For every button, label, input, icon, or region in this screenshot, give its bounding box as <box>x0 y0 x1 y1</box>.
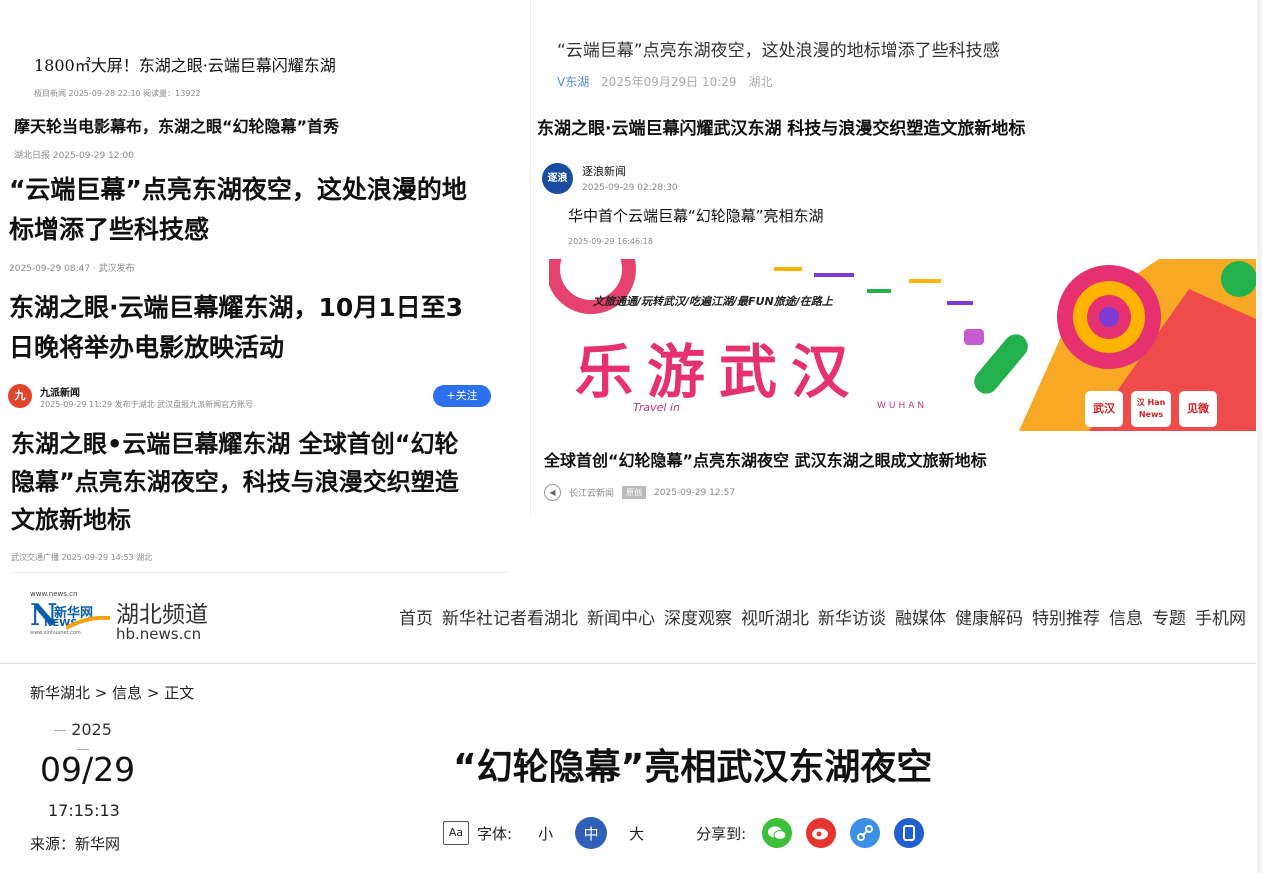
article-date: 09/29 <box>40 750 136 789</box>
share-label: 分享到: <box>696 824 747 843</box>
right-item-2-title[interactable]: 东湖之眼·云端巨幕闪耀武汉东湖 科技与浪漫交织塑造文旅新地标 <box>537 114 1025 139</box>
left-item-5-meta: 2025-09-29 11:29 发布于湖北 武汉盘报九派新闻官方账号 <box>40 400 254 409</box>
nav-item-9[interactable]: 信息 <box>1109 609 1143 629</box>
follow-button[interactable]: +关注 <box>433 385 491 407</box>
right-item-3-title[interactable]: 华中首个云端巨幕“幻轮隐幕”亮相东湖 <box>568 205 824 226</box>
right-item-4-meta: ◀ 长江云新闻 原创 2025-09-29 12:57 <box>544 484 735 501</box>
travel-wuhan-poster[interactable]: 文旅通通/玩转武汉/吃遍江湖/最FUN旅途/在路上 乐游武汉 Travel in… <box>549 259 1256 431</box>
article-toolbar: Aa 字体: 小 中 大 分享到: <box>443 816 925 850</box>
channel-name: 湖北频道 <box>116 602 208 628</box>
logo-url-text: www.news.cn <box>30 590 78 598</box>
badge-jianwei: 见微 <box>1179 391 1217 427</box>
speaker-icon[interactable]: ◀ <box>544 484 561 501</box>
header-bottom-border <box>0 663 1256 664</box>
right-item-3-time: 2025-09-29 02:28:30 <box>582 183 678 193</box>
right-item-3-meta: 2025-09-29 16:46:18 <box>568 237 653 246</box>
left-item-3-title-line2: 标增添了些科技感 <box>9 215 210 244</box>
left-item-6-title-line2: 隐幕”点亮东湖夜空，科技与浪漫交织塑造 <box>11 468 459 496</box>
logo-swoosh <box>66 616 110 630</box>
poster-travel-in: Travel in <box>633 401 680 414</box>
left-item-3-meta: 2025-09-29 08:47 · 武汉发布 <box>9 264 135 274</box>
column-divider <box>530 0 531 515</box>
link-share-icon[interactable] <box>850 818 881 848</box>
left-item-6-title-line3: 文旅新地标 <box>11 506 131 534</box>
poster-slogan: 文旅通通/玩转武汉/吃遍江湖/最FUN旅途/在路上 <box>593 295 833 308</box>
main-nav: 首页 新华社记者看湖北 新闻中心 深度观察 视听湖北 新华访谈 融媒体 健康解码 特别推荐 信息专… <box>390 604 1246 629</box>
nav-item-0[interactable]: 首页 <box>399 609 433 629</box>
left-item-1-title[interactable]: 1800㎡大屏！东湖之眼·云端巨幕闪耀东湖 <box>34 52 336 76</box>
right-item-1-region: 湖北 <box>748 75 773 89</box>
nav-item-10[interactable]: 专题 <box>1152 609 1186 629</box>
right-item-4-source[interactable]: 长江云新闻 <box>569 486 614 499</box>
original-badge: 原创 <box>622 486 647 499</box>
right-item-1-title[interactable]: “云端巨幕”点亮东湖夜空，这处浪漫的地标增添了些科技感 <box>557 36 1000 61</box>
left-item-2-title[interactable]: 摩天轮当电影幕布，东湖之眼“幻轮隐幕”首秀 <box>14 113 339 137</box>
nav-item-1[interactable]: 新华社记者看湖北 <box>442 609 578 629</box>
left-item-6-title-line1: 东湖之眼•云端巨幕耀东湖 全球首创“幻轮 <box>11 430 459 458</box>
left-item-6-meta: 武汉交通广播 2025-09-29 14:53 湖北 <box>11 553 153 562</box>
xinhua-logo[interactable]: www.news.cn N 新华网 NEWS www.xinhuanet.com <box>30 590 110 642</box>
left-item-3-title-line1: “云端巨幕”点亮东湖夜空，这处浪漫的地 <box>9 175 467 204</box>
font-label: 字体: <box>477 824 513 843</box>
nav-item-11[interactable]: 手机网 <box>1195 609 1246 629</box>
article-headline: “幻轮隐幕”亮相武汉东湖夜空 <box>453 747 933 788</box>
poster-big-text: 乐游武汉 <box>575 338 864 406</box>
font-small-button[interactable]: 小 <box>538 823 553 844</box>
left-item-1-meta: 极目新闻 2025-09-28 22:10 阅读量：13922 <box>34 89 201 98</box>
right-item-3-source[interactable]: 逐浪新闻 <box>582 163 626 179</box>
badge-hannews: 汉 Han News <box>1131 391 1171 427</box>
left-item-4-title[interactable]: 东湖之眼·云端巨幕耀东湖，10月1日至3 日晚将举办电影放映活动 <box>9 288 463 368</box>
article-source: 来源：新华网 <box>30 835 121 853</box>
left-item-5-source[interactable]: 九派新闻 <box>40 384 80 399</box>
breadcrumb[interactable]: 新华湖北 > 信息 > 正文 <box>30 682 194 703</box>
left-item-4-title-line2: 日晚将举办电影放映活动 <box>9 333 285 362</box>
jiupai-avatar[interactable]: 九 <box>8 384 32 408</box>
font-size-icon: Aa <box>443 821 469 845</box>
nav-item-3[interactable]: 深度观察 <box>664 609 732 629</box>
nav-item-6[interactable]: 融媒体 <box>895 609 946 629</box>
left-item-2-meta: 湖北日报 2025-09-29 12:00 <box>14 151 134 161</box>
left-item-3-title[interactable]: “云端巨幕”点亮东湖夜空，这处浪漫的地 标增添了些科技感 <box>9 170 467 250</box>
logo-brand: N 新华网 NEWS <box>30 598 110 633</box>
font-large-button[interactable]: 大 <box>629 823 644 844</box>
badge-wuhan: 武汉 <box>1085 391 1123 427</box>
font-medium-button[interactable]: 中 <box>575 817 608 849</box>
right-item-1-source[interactable]: V东湖 <box>557 75 589 89</box>
poster-wuhan: WUHAN <box>877 401 928 411</box>
left-item-6-title[interactable]: 东湖之眼•云端巨幕耀东湖 全球首创“幻轮 隐幕”点亮东湖夜空，科技与浪漫交织塑造… <box>11 425 459 539</box>
right-item-4-title[interactable]: 全球首创“幻轮隐幕”点亮东湖夜空 武汉东湖之眼成文旅新地标 <box>544 447 987 471</box>
channel-url: hb.news.cn <box>116 625 202 643</box>
nav-item-8[interactable]: 特别推荐 <box>1032 609 1100 629</box>
wechat-share-icon[interactable] <box>762 818 793 848</box>
weibo-share-icon[interactable] <box>806 818 837 848</box>
separator-line <box>10 572 508 573</box>
mobile-share-icon[interactable] <box>894 818 925 848</box>
nav-item-7[interactable]: 健康解码 <box>955 609 1023 629</box>
right-scroll-edge <box>1257 0 1262 873</box>
zhulang-avatar[interactable]: 逐浪 <box>542 163 573 194</box>
right-item-1-meta: V东湖 2025年09月29日 10:29 湖北 <box>557 73 772 90</box>
nav-item-2[interactable]: 新闻中心 <box>587 609 655 629</box>
article-year-text: 2025 <box>71 720 112 739</box>
nav-item-5[interactable]: 新华访谈 <box>818 609 886 629</box>
right-item-1-time: 2025年09月29日 10:29 <box>601 75 737 89</box>
left-item-4-title-line1: 东湖之眼·云端巨幕耀东湖，10月1日至3 <box>9 293 464 322</box>
right-item-4-time: 2025-09-29 12:57 <box>654 487 736 498</box>
nav-item-4[interactable]: 视听湖北 <box>741 609 809 629</box>
article-time: 17:15:13 <box>48 801 120 820</box>
